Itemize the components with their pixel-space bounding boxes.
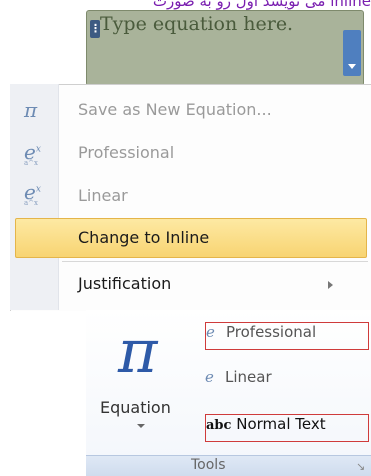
linear-button-label: Linear: [225, 368, 272, 386]
equation-options-dropdown-button[interactable]: [343, 30, 361, 76]
submenu-arrow-icon: [328, 281, 333, 289]
equation-pi-icon[interactable]: π: [118, 322, 157, 382]
professional-equation-icon: ex a^x: [24, 140, 41, 167]
equation-dropdown-arrow-icon[interactable]: [137, 424, 145, 428]
equation-button-label[interactable]: Equation: [100, 398, 171, 417]
linear-icon: e: [205, 368, 214, 386]
menu-item-justification[interactable]: [10, 262, 371, 300]
cropped-header-text: می نویسد اول رو به صورت inline: [152, 0, 371, 10]
menu-item-professional[interactable]: ex a^x: [10, 134, 371, 172]
menu-item-justification-label: Justification: [78, 274, 172, 293]
dialog-launcher-icon[interactable]: ↘: [356, 460, 365, 473]
normal-text-button[interactable]: abc Normal Text: [205, 414, 369, 442]
tools-group-label: Tools: [191, 457, 226, 473]
menu-item-save-as-new-equation-label: Save as New Equation...: [78, 100, 272, 119]
linear-equation-icon: ex a^x: [24, 180, 41, 207]
normal-text-icon: abc: [206, 418, 232, 433]
equation-handle-icon[interactable]: ⋮: [90, 20, 101, 38]
normal-text-button-label: Normal Text: [236, 415, 326, 433]
equation-placeholder[interactable]: Type equation here.: [100, 13, 293, 35]
pi-save-icon: π: [24, 98, 38, 122]
menu-item-linear[interactable]: ex a^x: [10, 174, 371, 212]
menu-item-professional-label: Professional: [78, 143, 175, 162]
linear-button[interactable]: e Linear: [205, 368, 367, 394]
professional-button-label: Professional: [226, 323, 317, 341]
tools-group-bar: [86, 455, 371, 476]
professional-button[interactable]: e Professional: [205, 322, 369, 350]
menu-item-linear-label: Linear: [78, 186, 128, 205]
professional-icon: e: [206, 323, 215, 341]
menu-item-change-to-inline-label: Change to Inline: [78, 228, 210, 247]
